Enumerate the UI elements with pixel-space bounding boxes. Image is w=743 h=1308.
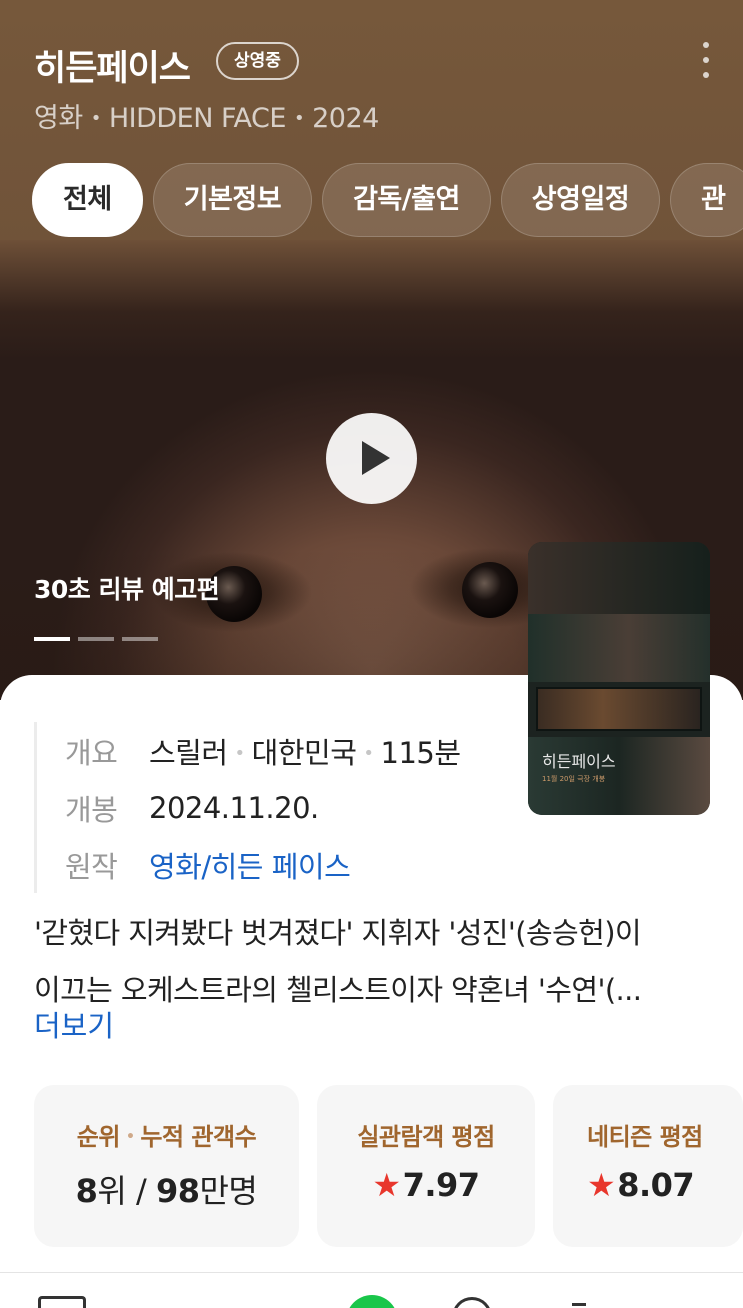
indicator-dot[interactable] — [34, 637, 70, 641]
release-label: 개봉 — [65, 792, 118, 827]
more-options-icon[interactable] — [696, 42, 716, 78]
viewer-rating-card[interactable]: 실관람객 평점 ★7.97 — [317, 1085, 535, 1247]
info-row-release: 개봉 2024.11.20. — [65, 779, 461, 836]
poster-panel-3 — [536, 687, 702, 731]
overview-label: 개요 — [65, 735, 118, 770]
rank-number: 8 — [75, 1172, 98, 1210]
play-icon[interactable] — [326, 413, 417, 504]
original-label: 원작 — [65, 849, 118, 884]
page-title: 히든페이스 — [34, 49, 191, 89]
netizen-rating-value: ★8.07 — [587, 1166, 743, 1204]
tab-director-cast[interactable]: 감독/출연 — [322, 163, 491, 237]
netizen-rating: 8.07 — [617, 1166, 695, 1204]
info-row-overview: 개요 스릴러 • 대한민국 • 115분 — [65, 722, 461, 779]
release-date: 2024.11.20. — [149, 790, 319, 825]
carousel-indicators — [34, 637, 158, 641]
synopsis: '갇혔다 지켜봤다 벗겨졌다' 지휘자 '성진'(송승헌)이 이끄는 오케스트라… — [34, 905, 714, 1019]
meta-english-title: HIDDEN FACE — [108, 103, 287, 134]
status-badge: 상영중 — [216, 42, 299, 80]
tab-showtimes[interactable]: 상영일정 — [500, 163, 661, 237]
rank-card-value: 8위 / 98만명 — [34, 1166, 299, 1212]
meta-year: 2024 — [312, 103, 379, 134]
synopsis-line: 이끄는 오케스트라의 첼리스트이자 약혼녀 '수연'(... — [34, 973, 642, 1007]
star-icon: ★ — [587, 1166, 616, 1204]
indicator-dot[interactable] — [122, 637, 158, 641]
basic-info: 개요 스릴러 • 대한민국 • 115분 개봉 2024.11.20. 원작 영화/히든… — [34, 722, 461, 893]
movie-meta: 영화 • HIDDEN FACE • 2024 — [34, 103, 379, 134]
info-row-original: 원작 영화/히든 페이스 — [65, 836, 461, 893]
tab-basic-info[interactable]: 기본정보 — [152, 163, 313, 237]
tab-bar: 전체 기본정보 감독/출연 상영일정 관 — [32, 163, 743, 237]
poster-panel-1 — [528, 542, 710, 614]
movie-poster[interactable]: 히든페이스 11월 20일 극장 개봉 — [528, 542, 710, 815]
rank-card[interactable]: 순위 • 누적 관객수 8위 / 98만명 — [34, 1085, 299, 1247]
tab-more[interactable]: 관 — [670, 163, 743, 237]
viewer-rating-value: ★7.97 — [317, 1166, 535, 1204]
hero-eye-right — [462, 562, 518, 618]
netizen-rating-card[interactable]: 네티즌 평점 ★8.07 — [553, 1085, 743, 1247]
read-more-link[interactable]: 더보기 — [34, 1003, 114, 1045]
runtime: 115분 — [380, 735, 462, 770]
viewer-rating-label: 실관람객 평점 — [357, 1123, 495, 1151]
original-work-link[interactable]: 영화/히든 페이스 — [149, 844, 351, 886]
netizen-rating-label: 네티즌 평점 — [587, 1123, 703, 1151]
green-home-icon[interactable] — [346, 1295, 398, 1308]
trailer-label: 30초 리뷰 예고편 — [34, 575, 220, 604]
rank-unit: 위 — [97, 1172, 127, 1210]
country: 대한민국 — [251, 735, 357, 770]
rank-label: 순위 — [76, 1123, 121, 1151]
menu-icon[interactable] — [572, 1303, 586, 1308]
genre: 스릴러 — [149, 735, 228, 770]
meta-category: 영화 — [34, 103, 83, 134]
star-icon: ★ — [372, 1166, 401, 1204]
bottom-toolbar — [0, 1272, 743, 1308]
tab-list-icon[interactable] — [38, 1296, 86, 1308]
audience-number: 98 — [155, 1172, 200, 1210]
indicator-dot[interactable] — [78, 637, 114, 641]
search-icon[interactable] — [452, 1297, 492, 1308]
poster-panel-2 — [528, 614, 710, 682]
viewer-rating: 7.97 — [402, 1166, 480, 1204]
rank-card-label: 순위 • 누적 관객수 — [76, 1123, 257, 1151]
poster-title: 히든페이스 — [542, 752, 616, 771]
overview-value: 스릴러 • 대한민국 • 115분 — [149, 735, 462, 770]
synopsis-line: '갇혔다 지켜봤다 벗겨졌다' 지휘자 '성진'(송승헌)이 — [34, 916, 642, 950]
rank-slash: / — [126, 1172, 156, 1210]
audience-label: 누적 관객수 — [140, 1123, 257, 1151]
stats-cards: 순위 • 누적 관객수 8위 / 98만명 실관람객 평점 ★7.97 네티즌 평점… — [34, 1085, 743, 1247]
tab-all[interactable]: 전체 — [32, 163, 143, 237]
audience-unit: 만명 — [199, 1172, 258, 1210]
poster-date: 11월 20일 극장 개봉 — [542, 775, 606, 783]
